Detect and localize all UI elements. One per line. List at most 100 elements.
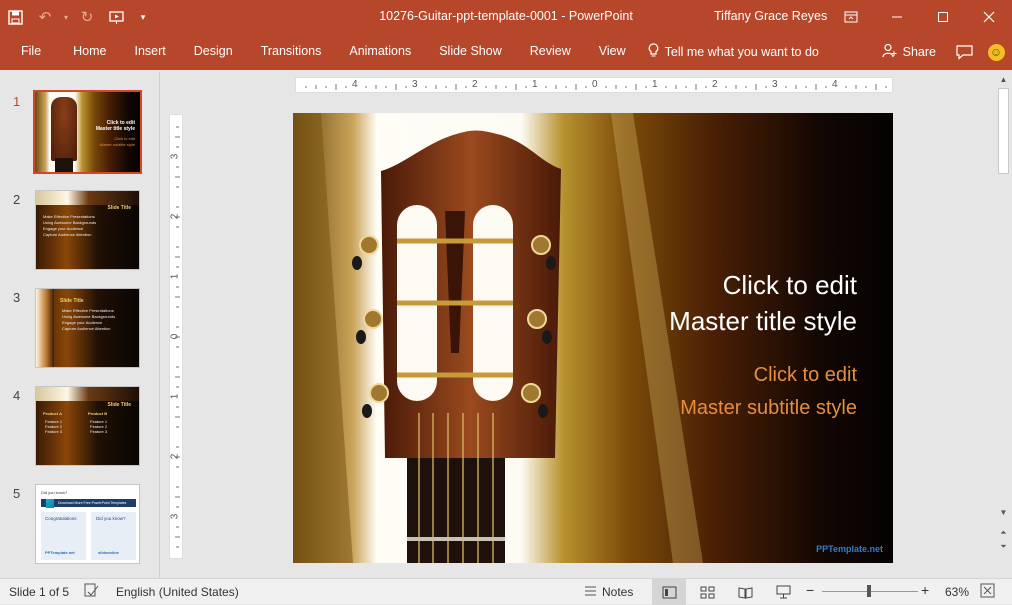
thumbnail-box-title: Did you know? [96,516,126,521]
notes-button[interactable]: Notes [602,585,633,599]
ruler-label: 1 [169,393,181,400]
thumbnail-number: 2 [13,192,21,207]
thumbnail-row-4: 4 Slide Title Product A Product B Featur… [0,386,160,472]
fit-slide-to-window-icon[interactable] [980,583,995,601]
maximize-icon[interactable] [920,0,966,34]
thumbnail-bullet: Using Awesome Backgrounds [43,220,97,225]
save-icon[interactable] [0,0,30,34]
reading-view-icon[interactable] [728,579,762,605]
previous-slide-icon[interactable]: ⏶ [995,528,1012,538]
spell-check-icon[interactable] [84,583,99,601]
tab-design[interactable]: Design [180,34,247,70]
slide-show-view-icon[interactable] [766,579,800,605]
thumbnail-title: Click to edit Master title style [95,120,135,132]
tab-slide-show[interactable]: Slide Show [425,34,516,70]
tell-me-text: Tell me what you want to do [664,45,819,59]
zoom-level[interactable]: 63% [945,585,969,599]
ruler-label: 1 [532,79,538,90]
thumbnail-bullet: Capture Audience Attention [62,326,111,331]
slide-title-placeholder[interactable]: Click to edit Master title style [669,267,857,339]
next-slide-icon[interactable]: ⏷ [995,542,1012,552]
comments-icon[interactable] [948,34,980,70]
tab-insert[interactable]: Insert [121,34,180,70]
thumbnail-box-title: Congratulations [45,516,77,521]
tell-me-box[interactable]: Tell me what you want to do [640,43,819,61]
slide-title-line: Master title style [669,306,857,336]
redo-icon[interactable]: ↻ [72,0,102,34]
thumbnail-col-header: Product B [88,411,108,416]
ruler-label: 3 [412,79,418,90]
thumbnail-heading: Did you know? [41,490,68,495]
thumbnail-row-5: 5 Did you know? Download More Free Power… [0,484,160,570]
zoom-in-icon[interactable]: + [921,582,929,598]
minimize-icon[interactable] [874,0,920,34]
vertical-scrollbar[interactable]: ▲ ▼ ⏶ ⏷ [995,72,1012,578]
ribbon-tabs: File Home Insert Design Transitions Anim… [0,34,1012,70]
ruler-label: 2 [169,213,181,220]
thumbnail-slide-5[interactable]: Did you know? Download More Free PowerPo… [35,484,140,564]
thumbnail-title: Slide Title [60,298,84,304]
thumbnail-slide-3[interactable]: Slide Title Make Effective Presentations… [35,288,140,368]
thumbnail-title: Slide Title [107,205,131,211]
language-indicator[interactable]: English (United States) [116,585,239,599]
scroll-down-arrow-icon[interactable]: ▼ [995,508,1012,517]
slide-subtitle-placeholder[interactable]: Click to edit Master subtitle style [680,359,857,425]
scrollbar-thumb[interactable] [998,88,1009,174]
ruler-label: 3 [772,79,778,90]
thumbnail-banner-bowtie [46,499,54,508]
lightbulb-icon [648,43,659,61]
thumbnail-row-1: 1 Click to edit Master title style Click… [0,90,160,178]
undo-dropdown-icon[interactable]: ▾ [60,0,72,34]
undo-icon[interactable]: ↶ [30,0,60,34]
share-label: Share [902,45,936,59]
thumbnail-subtitle: Click to edit Master subtitle style [99,136,135,147]
slide-subtitle-line: Click to edit [753,364,857,386]
ruler-label: 0 [592,79,598,90]
scroll-up-arrow-icon[interactable]: ▲ [995,75,1012,84]
title-bar: ↶ ▾ ↻ ▾ 10276-Guitar-ppt-template-0001 -… [0,0,1012,34]
thumbnail-slide-1[interactable]: Click to edit Master title style Click t… [33,90,142,174]
slide-canvas[interactable]: Click to edit Master title style Click t… [293,113,893,563]
thumbnail-slide-4[interactable]: Slide Title Product A Product B Feature … [35,386,140,466]
thumbnail-slide-2[interactable]: Slide Title Make Effective Presentations… [35,190,140,270]
slide-footer-logo: PPTemplate.net [816,544,883,554]
zoom-out-icon[interactable]: − [806,582,814,598]
tab-home[interactable]: Home [55,34,120,70]
thumbnail-row-2: 2 Slide Title Make Effective Presentatio… [0,190,160,276]
slide-thumbnails-pane[interactable]: 1 Click to edit Master title style Click… [0,72,160,578]
ruler-label: 2 [169,453,181,460]
close-icon[interactable] [966,0,1012,34]
slide-counter[interactable]: Slide 1 of 5 [9,585,69,599]
quick-access-toolbar: ↶ ▾ ↻ ▾ [0,0,154,34]
thumbnail-number: 1 [13,94,21,109]
tab-review[interactable]: Review [516,34,585,70]
tab-animations[interactable]: Animations [335,34,425,70]
tab-file[interactable]: File [0,34,55,70]
thumbnail-col-header: Product A [43,411,62,416]
normal-view-icon[interactable] [652,579,686,605]
feedback-smiley-icon[interactable]: ☺ [980,34,1012,70]
share-button[interactable]: Share [870,43,948,61]
thumbnail-banner: Download More Free PowerPoint Templates [58,501,127,505]
customize-toolbar-icon[interactable]: ▾ [132,0,154,34]
thumbnail-number: 5 [13,486,21,501]
slide-title-line: Click to edit [722,270,857,300]
slide-editor-area[interactable]: 4 3 2 1 0 1 2 3 4 3 2 1 0 1 2 3 Click to… [161,72,995,578]
slide-sorter-view-icon[interactable] [690,579,724,605]
vertical-ruler: 3 2 1 0 1 2 3 [169,114,183,559]
thumbnail-bullet: Engage your Audience [43,226,84,231]
thumbnail-neck [55,158,73,172]
thumbnail-guitar-strip [36,387,139,401]
tab-transitions[interactable]: Transitions [247,34,336,70]
zoom-slider-thumb[interactable] [867,585,871,597]
ruler-label: 1 [169,273,181,280]
tab-view[interactable]: View [585,34,640,70]
ruler-label: 2 [472,79,478,90]
thumbnail-bullet: Using Awesome Backgrounds [62,314,116,319]
thumbnail-number: 3 [13,290,21,305]
user-name[interactable]: Tiffany Grace Reyes [714,9,827,23]
ribbon-display-options-icon[interactable] [828,0,874,34]
person-icon [882,43,897,61]
start-from-beginning-icon[interactable] [102,0,132,34]
ruler-label: 1 [652,79,658,90]
